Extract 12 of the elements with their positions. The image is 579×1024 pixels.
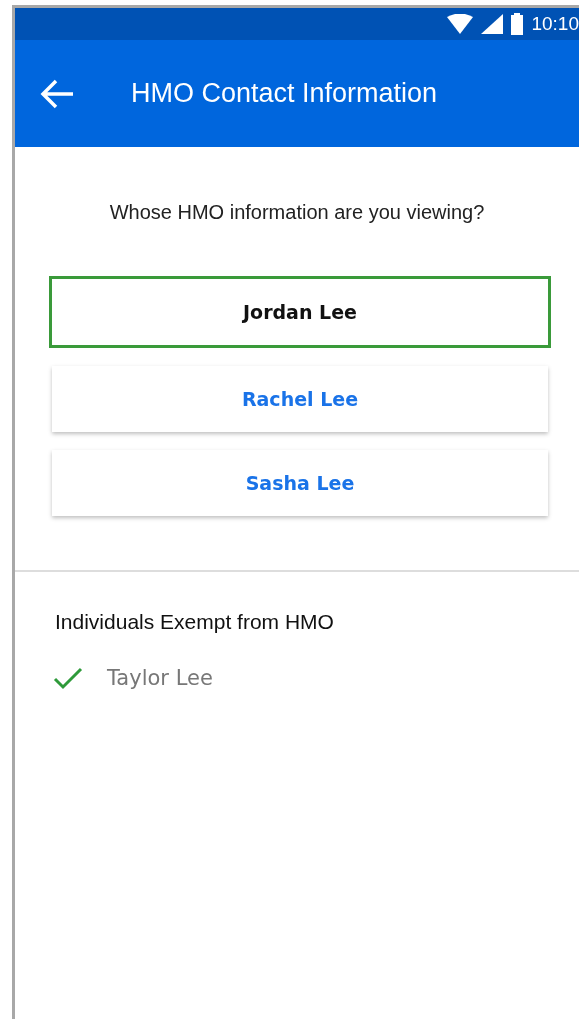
person-option[interactable]: Rachel Lee xyxy=(52,366,548,432)
status-time: 10:10 xyxy=(531,13,579,35)
battery-icon xyxy=(511,13,524,35)
signal-icon xyxy=(481,14,504,34)
person-option[interactable]: Sasha Lee xyxy=(52,450,548,516)
exempt-person-name: Taylor Lee xyxy=(107,666,213,690)
person-option[interactable]: Jordan Lee xyxy=(49,276,551,348)
question-text: Whose HMO information are you viewing? xyxy=(108,201,486,224)
back-arrow-icon[interactable] xyxy=(39,77,75,110)
app-bar-title: HMO Contact Information xyxy=(131,78,438,109)
section-heading: Individuals Exempt from HMO xyxy=(55,610,335,634)
wifi-icon xyxy=(447,14,474,34)
